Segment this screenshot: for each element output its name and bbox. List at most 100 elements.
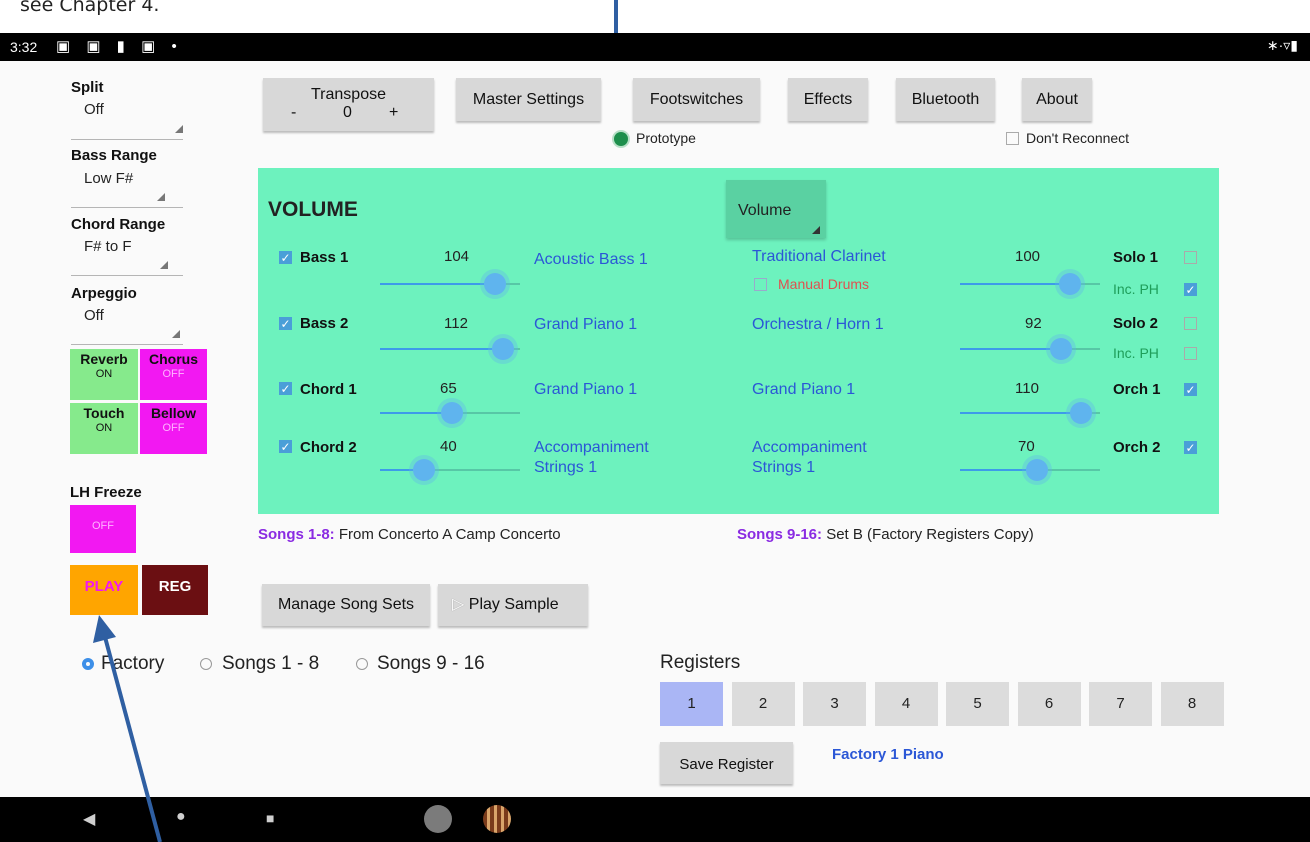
transpose-control[interactable]: Transpose - 0 + [263, 78, 434, 131]
orch2-value: 70 [1018, 438, 1035, 455]
song-set-a-label: Songs 1-8: [258, 526, 335, 543]
bluetooth-button[interactable]: Bluetooth [896, 78, 995, 121]
recents-icon[interactable]: ■ [266, 810, 274, 826]
slider-thumb[interactable] [1050, 338, 1072, 360]
current-register-name: Factory 1 Piano [832, 746, 944, 763]
bellow-toggle[interactable]: Bellow OFF [140, 403, 207, 454]
bass1-instrument[interactable]: Acoustic Bass 1 [534, 250, 648, 270]
volume-title: VOLUME [268, 198, 358, 221]
lh-freeze-toggle[interactable]: OFF [70, 505, 136, 553]
slider-thumb[interactable] [1070, 402, 1092, 424]
accordion-app-icon[interactable] [483, 805, 511, 833]
orch1-checkbox[interactable]: ✓ [1184, 383, 1197, 397]
chord1-label: Chord 1 [300, 381, 357, 398]
volume-dropdown-label: Volume [738, 202, 792, 219]
chord-range-dropdown-icon[interactable] [160, 261, 168, 269]
radio-songs-9-16[interactable] [356, 658, 368, 670]
save-register-button[interactable]: Save Register [660, 742, 793, 784]
arpeggio-underline [71, 344, 183, 345]
footswitches-button[interactable]: Footswitches [633, 78, 760, 121]
manual-drums-checkbox[interactable] [754, 278, 767, 291]
slider-thumb[interactable] [492, 338, 514, 360]
slider-thumb[interactable] [441, 402, 463, 424]
transpose-plus-button[interactable]: + [389, 104, 398, 122]
touch-toggle[interactable]: Touch ON [70, 403, 138, 454]
slider-fill [960, 348, 1061, 350]
radio-songs-1-8-label: Songs 1 - 8 [222, 653, 320, 674]
play-sample-button[interactable]: ▷ Play Sample [438, 584, 588, 626]
radio-songs-1-8[interactable] [200, 658, 212, 670]
chord2-checkbox[interactable]: ✓ [279, 440, 292, 454]
arpeggio-dropdown-icon[interactable] [172, 330, 180, 338]
inc-ph-1-checkbox[interactable]: ✓ [1184, 283, 1197, 297]
inc-ph-1-label: Inc. PH [1113, 281, 1159, 297]
effects-button[interactable]: Effects [788, 78, 868, 121]
slider-thumb[interactable] [1026, 459, 1048, 481]
play-button[interactable]: PLAY [70, 565, 138, 615]
system-status-icons: ∗·▿▮ [1266, 37, 1298, 53]
bass-range-dropdown-icon[interactable] [157, 193, 165, 201]
about-button[interactable]: About [1022, 78, 1092, 121]
caption-text: see Chapter 4. [20, 0, 160, 16]
bass-range-label: Bass Range [71, 147, 157, 164]
chord1-instrument[interactable]: Grand Piano 1 [534, 380, 637, 400]
reg-button[interactable]: REG [142, 565, 208, 615]
orch2-label: Orch 2 [1113, 439, 1161, 456]
manual-drums-label: Manual Drums [778, 276, 870, 292]
register-button-7[interactable]: 7 [1089, 682, 1152, 726]
bass2-checkbox[interactable]: ✓ [279, 317, 292, 331]
slider-fill [380, 283, 495, 285]
chorus-label: Chorus [149, 351, 198, 367]
register-button-8[interactable]: 8 [1160, 682, 1224, 726]
bass2-instrument[interactable]: Grand Piano 1 [534, 315, 637, 335]
song-set-b: Songs 9-16: Set B (Factory Registers Cop… [737, 526, 1034, 543]
bass-range-value[interactable]: Low F# [84, 170, 133, 187]
manage-song-sets-button[interactable]: Manage Song Sets [262, 584, 430, 626]
slider-thumb[interactable] [484, 273, 506, 295]
chorus-toggle[interactable]: Chorus OFF [140, 349, 207, 400]
prototype-indicator-icon[interactable] [614, 132, 628, 146]
notification-icons: ▣ ▣ ▮ ▣ • [56, 38, 183, 55]
chord1-checkbox[interactable]: ✓ [279, 382, 292, 396]
split-value[interactable]: Off [84, 101, 104, 118]
transpose-value: 0 [343, 104, 352, 121]
split-dropdown-icon[interactable] [175, 125, 183, 133]
chord1-value: 65 [440, 380, 457, 397]
chord2-label: Chord 2 [300, 439, 357, 456]
chord-range-label: Chord Range [71, 216, 166, 233]
orch1-label: Orch 1 [1113, 381, 1161, 398]
register-button-5[interactable]: 5 [946, 682, 1009, 726]
reverb-toggle[interactable]: Reverb ON [70, 349, 138, 400]
master-settings-button[interactable]: Master Settings [456, 78, 601, 121]
orch1-value: 110 [1015, 380, 1039, 397]
chord-range-value[interactable]: F# to F [84, 238, 132, 255]
bass1-checkbox[interactable]: ✓ [279, 251, 292, 265]
register-button-4[interactable]: 4 [874, 682, 938, 726]
register-button-1[interactable]: 1 [660, 682, 723, 726]
orch2-checkbox[interactable]: ✓ [1184, 441, 1197, 455]
touch-label: Touch [83, 405, 125, 421]
register-button-6[interactable]: 6 [1017, 682, 1081, 726]
solo1-value: 100 [1015, 248, 1041, 265]
register-button-3[interactable]: 3 [803, 682, 866, 726]
transpose-label: Transpose [311, 86, 386, 103]
chord2-instrument[interactable]: Accompaniment Strings 1 [534, 438, 684, 478]
slider-fill [960, 283, 1070, 285]
inc-ph-2-checkbox[interactable] [1184, 347, 1197, 360]
orch1-instrument[interactable]: Grand Piano 1 [752, 380, 855, 400]
orch2-instrument[interactable]: Accompaniment Strings 1 [752, 438, 902, 478]
volume-dropdown[interactable]: Volume [726, 180, 826, 238]
arpeggio-value[interactable]: Off [84, 307, 104, 324]
registers-title: Registers [660, 652, 741, 673]
slider-thumb[interactable] [413, 459, 435, 481]
settings-app-icon[interactable] [424, 805, 452, 833]
solo1-instrument[interactable]: Traditional Clarinet [752, 247, 886, 267]
home-icon[interactable]: ● [176, 808, 186, 826]
transpose-minus-button[interactable]: - [291, 104, 296, 122]
solo2-instrument[interactable]: Orchestra / Horn 1 [752, 315, 884, 335]
solo1-checkbox[interactable] [1184, 251, 1197, 264]
solo2-checkbox[interactable] [1184, 317, 1197, 330]
register-button-2[interactable]: 2 [731, 682, 795, 726]
slider-thumb[interactable] [1059, 273, 1081, 295]
dont-reconnect-checkbox[interactable] [1006, 132, 1019, 145]
